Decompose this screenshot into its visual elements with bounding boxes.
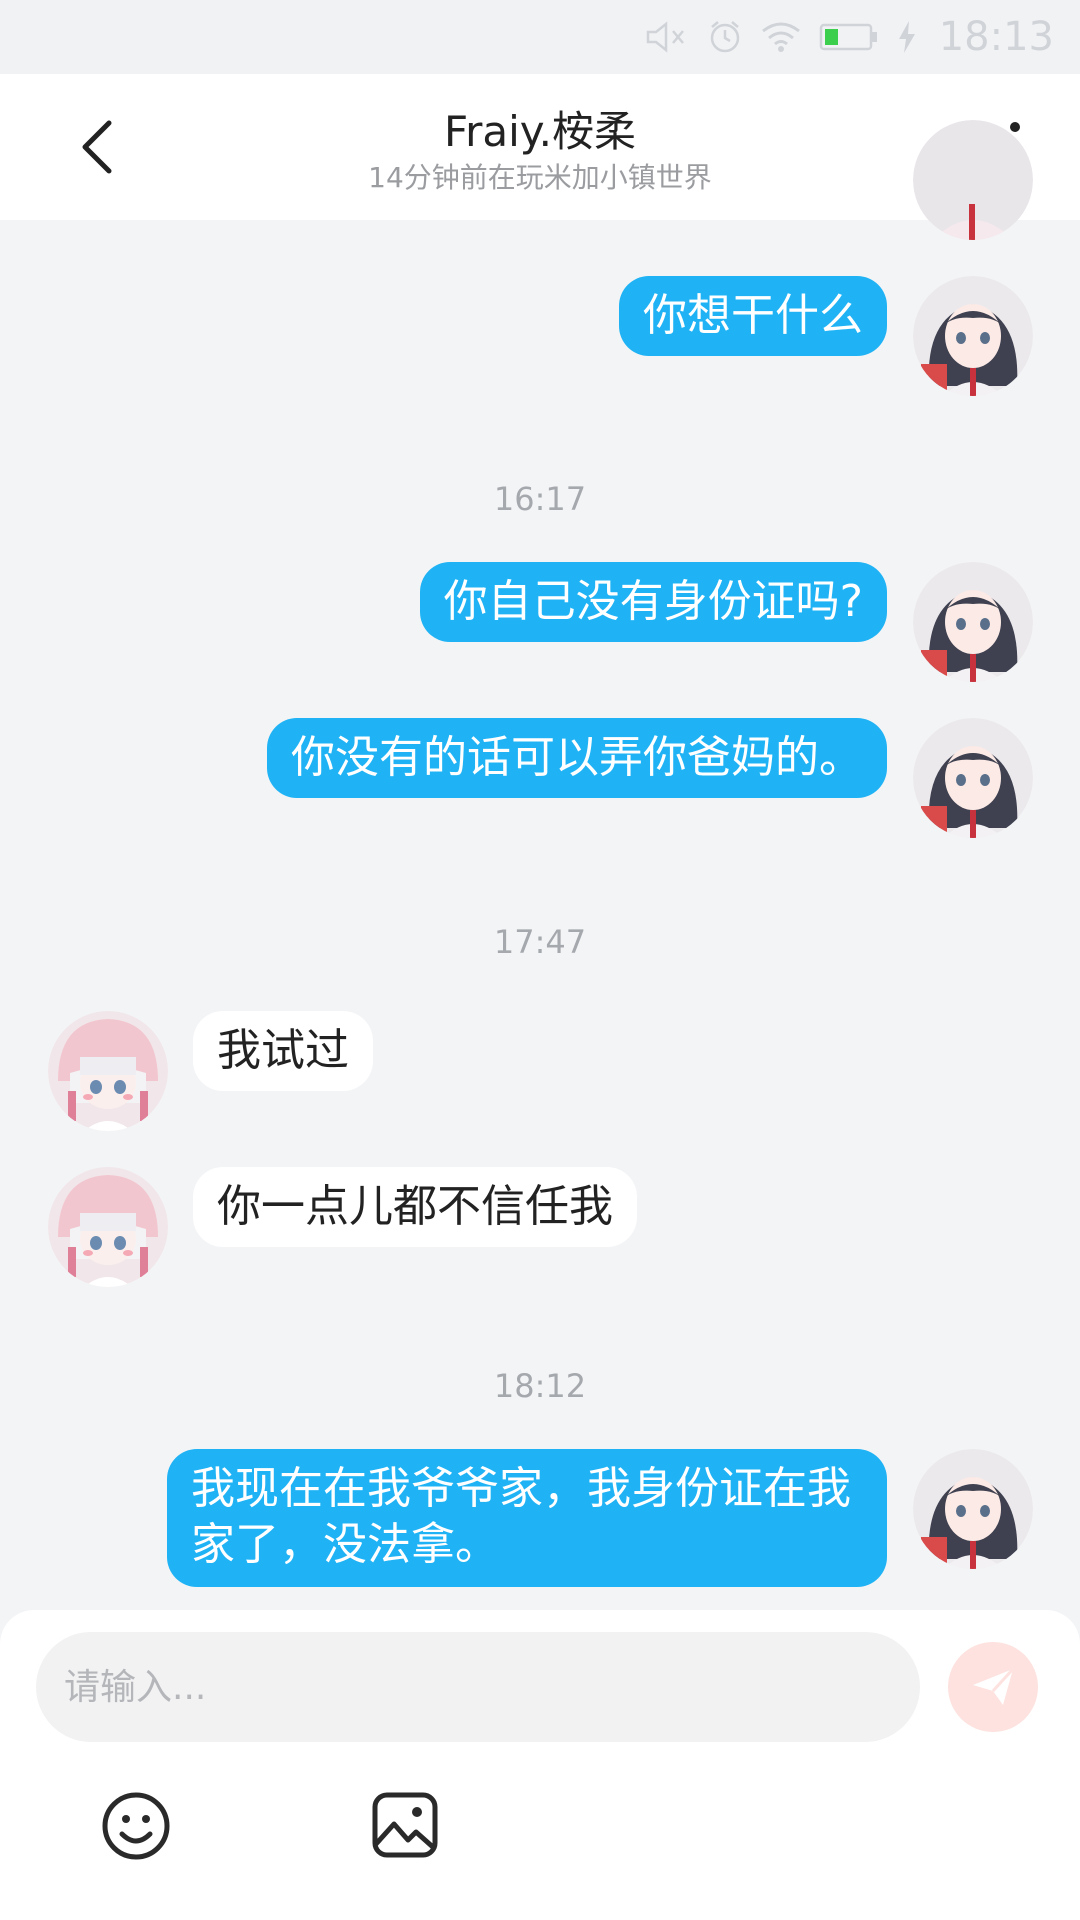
status-time: 18:13 — [938, 14, 1054, 60]
my-avatar[interactable] — [913, 562, 1033, 682]
my-avatar[interactable] — [913, 120, 1033, 240]
message-bubble-outgoing[interactable]: 你没有的话可以弄你爸妈的。 — [267, 718, 887, 798]
more-vertical-icon — [1010, 122, 1020, 132]
charging-icon — [898, 21, 915, 53]
timestamp: 18:12 — [493, 1367, 587, 1405]
send-button[interactable] — [948, 1642, 1038, 1732]
my-avatar[interactable] — [913, 1449, 1033, 1569]
send-icon — [973, 1667, 1015, 1705]
timestamp: 16:17 — [493, 480, 587, 518]
contact-name: Fraiy.桉柔 — [444, 107, 636, 156]
message-bubble-incoming[interactable]: 我试过 — [193, 1011, 373, 1091]
image-button[interactable] — [370, 1790, 440, 1860]
message-bubble-outgoing[interactable]: 你想干什么 — [619, 276, 887, 356]
message-input-container[interactable] — [36, 1632, 920, 1742]
status-bar: 18:13 — [0, 0, 1080, 74]
my-avatar[interactable] — [913, 276, 1033, 396]
my-avatar[interactable] — [913, 718, 1033, 838]
message-bubble-outgoing[interactable]: 我现在在我爷爷家，我身份证在我家了，没法拿。 — [167, 1449, 887, 1587]
emoji-icon — [102, 1792, 170, 1860]
emoji-button[interactable] — [100, 1790, 172, 1862]
message-bubble-incoming[interactable]: 你一点儿都不信任我 — [193, 1167, 637, 1247]
message-input[interactable] — [36, 1632, 920, 1742]
battery-icon — [819, 23, 877, 51]
contact-avatar[interactable] — [48, 1011, 168, 1131]
contact-avatar[interactable] — [48, 1167, 168, 1287]
mute-icon — [646, 21, 684, 53]
alarm-icon — [710, 21, 739, 53]
wifi-icon — [761, 22, 800, 52]
message-bubble-outgoing[interactable]: 你自己没有身份证吗? — [419, 562, 887, 642]
timestamp: 17:47 — [493, 923, 587, 961]
image-icon — [372, 1792, 438, 1858]
composer — [0, 1610, 1080, 1920]
message-list[interactable]: 你想干什么 16:17 你自己没有身份证吗? 你没有的话可以弄你爸妈的。 17:… — [0, 120, 1080, 1610]
